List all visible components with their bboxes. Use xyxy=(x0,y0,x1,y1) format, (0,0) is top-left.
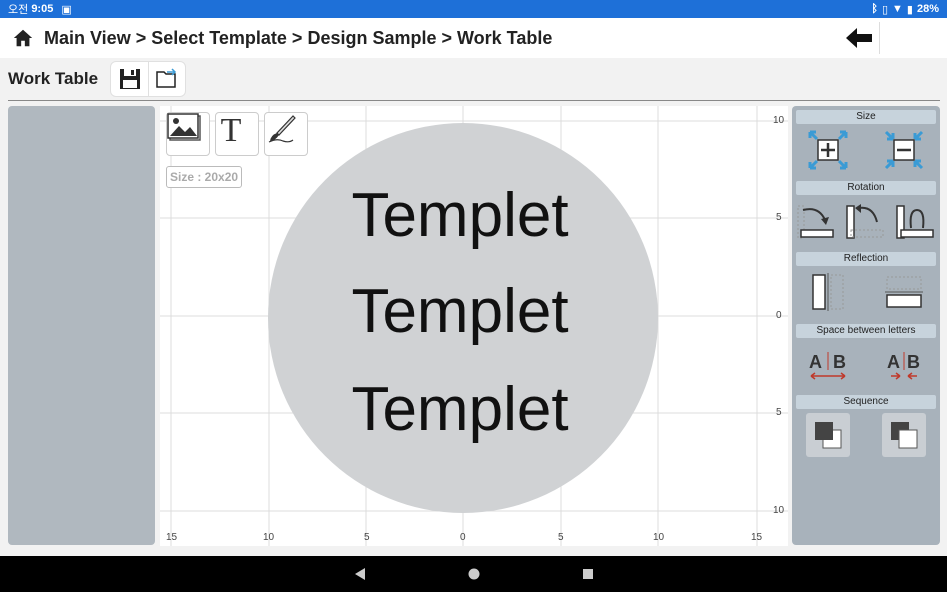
status-time: 9:05 xyxy=(31,3,54,15)
image-icon xyxy=(167,113,201,141)
x-tick-label: 15 xyxy=(166,532,178,543)
section-reflection: Reflection xyxy=(796,252,936,266)
expand-icon xyxy=(808,130,848,170)
status-bar: 오전 9:05 ▣ ᛒ ▯ ▼ ▮ 28% xyxy=(0,0,947,18)
add-image-button[interactable] xyxy=(166,112,210,156)
letter-spacing-wide-icon: AB xyxy=(809,352,846,380)
svg-text:B: B xyxy=(833,352,846,372)
template-text-line-1[interactable]: Templet xyxy=(160,180,760,251)
gallery-icon: ▣ xyxy=(61,3,72,16)
x-tick-label: 10 xyxy=(263,532,275,543)
x-tick-label: 0 xyxy=(460,532,466,543)
bluetooth-icon: ᛒ xyxy=(871,3,878,15)
system-nav-bar xyxy=(0,556,947,592)
open-folder-button[interactable] xyxy=(148,62,185,96)
breadcrumb: Main View > Select Template > Design Sam… xyxy=(44,27,553,48)
svg-text:A: A xyxy=(887,352,900,372)
save-button[interactable] xyxy=(111,62,148,96)
rotate-left-button[interactable] xyxy=(842,199,886,243)
brush-icon xyxy=(268,115,296,143)
add-drawing-button[interactable] xyxy=(264,112,308,156)
section-sequence: Sequence xyxy=(796,395,936,409)
decrease-spacing-button[interactable]: AB xyxy=(882,342,926,386)
y-tick-label: 10 xyxy=(773,505,785,516)
tools-panel: Size Rotation Reflection Space between l… xyxy=(792,106,940,545)
top-bar: Main View > Select Template > Design Sam… xyxy=(0,18,947,58)
home-button[interactable] xyxy=(8,23,38,53)
svg-text:T: T xyxy=(221,113,242,145)
rotate-cw-icon xyxy=(797,205,834,239)
battery-level: 28% xyxy=(916,3,939,15)
section-size: Size xyxy=(796,110,936,124)
send-backward-button[interactable] xyxy=(806,413,850,457)
y-tick-label: 0 xyxy=(776,310,782,321)
flip-vertical-icon xyxy=(885,276,923,308)
save-icon xyxy=(119,69,140,89)
arrow-left-icon xyxy=(846,28,872,48)
enlarge-button[interactable] xyxy=(806,128,850,172)
status-time-prefix: 오전 xyxy=(8,4,29,16)
y-tick-label: 5 xyxy=(776,212,782,223)
divider xyxy=(879,22,880,54)
menu-placeholder[interactable] xyxy=(881,20,917,56)
folder-open-icon xyxy=(156,68,177,88)
home-icon xyxy=(13,29,33,47)
work-table-bar: Work Table xyxy=(0,58,947,100)
y-tick-label: 5 xyxy=(776,407,782,418)
back-button[interactable] xyxy=(840,22,878,54)
increase-spacing-button[interactable]: AB xyxy=(806,342,850,386)
template-text-line-2[interactable]: Templet xyxy=(160,276,760,347)
nav-recents-icon[interactable] xyxy=(581,567,595,581)
vibrate-icon: ▯ xyxy=(881,3,889,16)
bring-front-icon xyxy=(891,422,918,449)
shrink-icon xyxy=(884,130,924,170)
x-tick-label: 5 xyxy=(558,532,564,543)
work-canvas[interactable]: T Size : 20x20 Templet Templet Templet 1… xyxy=(160,106,788,546)
svg-text:B: B xyxy=(907,352,920,372)
nav-back-icon[interactable] xyxy=(353,567,367,581)
left-panel[interactable] xyxy=(8,106,155,545)
page-title: Work Table xyxy=(8,69,99,88)
rotate-right-button[interactable] xyxy=(794,199,838,243)
bring-forward-button[interactable] xyxy=(882,413,926,457)
send-back-icon xyxy=(815,422,842,449)
separator xyxy=(8,100,940,101)
flip-horizontal-icon xyxy=(812,273,844,311)
y-tick-label: 10 xyxy=(773,115,785,126)
flip-horizontal-button[interactable] xyxy=(806,270,850,314)
file-actions xyxy=(110,61,187,97)
shrink-button[interactable] xyxy=(882,128,926,172)
nav-home-icon[interactable] xyxy=(467,567,481,581)
battery-icon: ▮ xyxy=(906,3,913,16)
rotate-ccw-icon xyxy=(846,204,884,239)
add-text-button[interactable]: T xyxy=(215,112,259,156)
section-rotation: Rotation xyxy=(796,181,936,195)
x-tick-label: 5 xyxy=(364,532,370,543)
x-tick-label: 15 xyxy=(751,532,763,543)
rotate-free-icon xyxy=(896,205,934,239)
wifi-icon: ▼ xyxy=(892,3,903,15)
rotate-free-button[interactable] xyxy=(892,199,936,243)
text-icon: T xyxy=(221,113,242,145)
letter-spacing-narrow-icon: AB xyxy=(887,352,920,380)
svg-text:A: A xyxy=(809,352,822,372)
section-letter-spacing: Space between letters xyxy=(796,324,936,338)
x-tick-label: 10 xyxy=(653,532,665,543)
template-text-line-3[interactable]: Templet xyxy=(160,374,760,445)
flip-vertical-button[interactable] xyxy=(882,270,926,314)
